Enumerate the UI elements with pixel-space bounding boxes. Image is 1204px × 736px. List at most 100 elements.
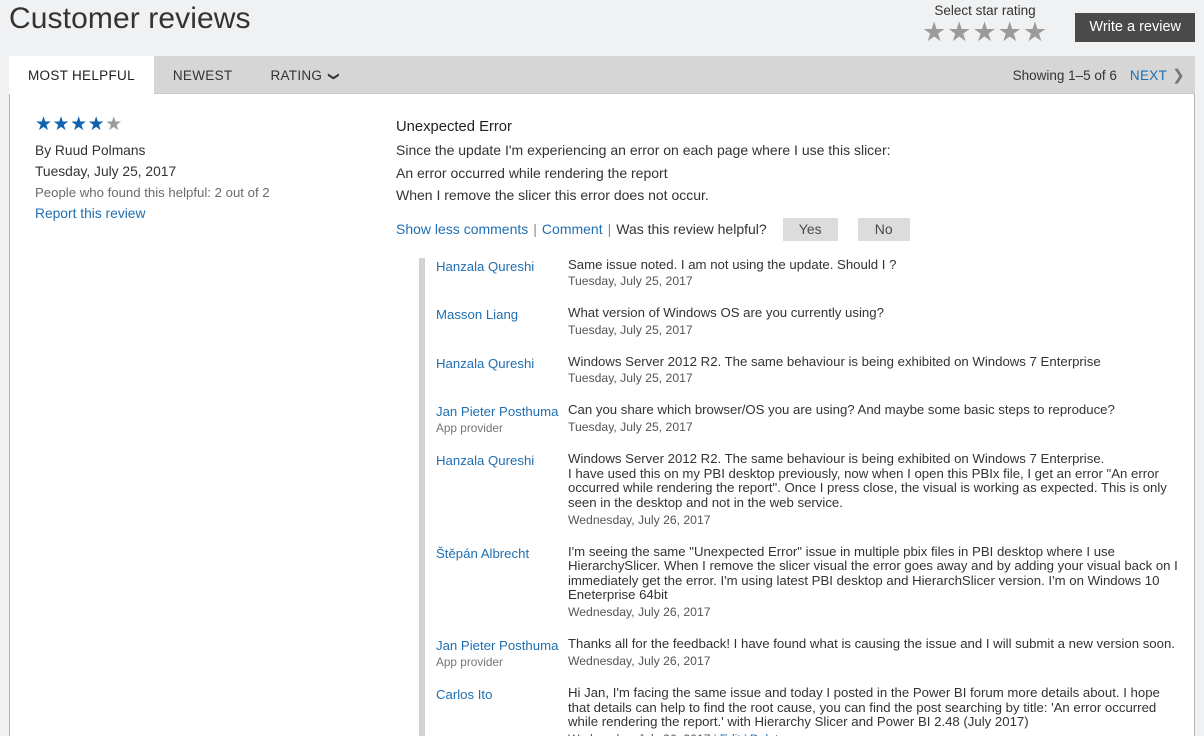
comment-author-link[interactable]: Hanzala Qureshi — [436, 258, 534, 275]
comment-date-row: Wednesday, July 26, 2017|Edit|Delete — [568, 731, 1178, 736]
tab-rating[interactable]: RATING ❯ — [251, 56, 356, 94]
write-a-review-button[interactable]: Write a review — [1075, 13, 1195, 42]
customer-reviews-page: Customer reviews Select star rating ★★★★… — [0, 0, 1204, 736]
comment-separator: | — [744, 732, 747, 736]
comment-author: Štěpán Albrecht — [436, 545, 568, 621]
comment-text: Same issue noted. I am not using the upd… — [568, 256, 897, 272]
comment-thread: Hanzala Qureshi Same issue noted. I am no… — [419, 256, 1194, 736]
comment-date: Tuesday, July 25, 2017 — [568, 322, 693, 337]
comment-text: Hi Jan, I'm facing the same issue and to… — [568, 685, 1160, 730]
comment-date-row: Tuesday, July 25, 2017 — [568, 370, 1178, 387]
comment-author-link[interactable]: Masson Liang — [436, 306, 518, 323]
comment-author-role: App provider — [436, 421, 503, 436]
reviews-tabbar: MOST HELPFUL NEWEST RATING ❯ Showing 1–5 of… — [9, 56, 1195, 94]
comment-item: Carlos Ito Hi Jan, I'm facing the same is… — [436, 685, 1178, 736]
comment-edit-link[interactable]: Edit — [720, 732, 741, 736]
comment-date-row: Wednesday, July 26, 2017 — [568, 604, 1178, 621]
comment-date-row: Tuesday, July 25, 2017 — [568, 273, 1178, 290]
reviews-tablist: MOST HELPFUL NEWEST RATING ❯ — [9, 56, 357, 94]
comment-link[interactable]: Comment — [542, 221, 603, 237]
review-title: Unexpected Error — [396, 119, 512, 135]
review-date: Tuesday, July 25, 2017 — [35, 164, 177, 179]
show-less-comments-link[interactable]: Show less comments — [396, 221, 528, 237]
comment-item: Hanzala Qureshi Windows Server 2012 R2. T… — [436, 353, 1178, 388]
tab-most-helpful[interactable]: MOST HELPFUL — [9, 56, 154, 94]
review-text: Since the update I'm experiencing an err… — [396, 139, 1174, 207]
star-icon-5[interactable]: ★ — [1023, 17, 1048, 47]
star-rating-picker[interactable]: Select star rating ★★★★★ — [915, 2, 1055, 50]
comment-date: Wednesday, July 26, 2017 — [568, 653, 711, 668]
comment-text: I have used this on my PBI desktop previ… — [568, 465, 1167, 511]
comment-date: Tuesday, July 25, 2017 — [568, 274, 693, 289]
review-metadata: ★★★★★ By Ruud Polmans Tuesday, July 25, … — [10, 114, 396, 241]
comment-text: Windows Server 2012 R2. The same behavio… — [568, 451, 1105, 467]
comment-author-link[interactable]: Štěpán Albrecht — [436, 545, 529, 562]
comment-text: Thanks all for the feedback! I have foun… — [568, 636, 1175, 652]
chevron-right-icon: ❯ — [1172, 67, 1185, 84]
helpful-no-button[interactable]: No — [857, 217, 910, 241]
comment-date-row: Tuesday, July 25, 2017 — [568, 322, 1178, 339]
comment-date: Wednesday, July 26, 2017 — [568, 732, 711, 736]
comment-author: Hanzala Qureshi — [436, 258, 568, 291]
helpful-yes-button[interactable]: Yes — [782, 217, 838, 241]
tab-label: NEWEST — [172, 67, 233, 83]
comment-date: Tuesday, July 25, 2017 — [568, 371, 693, 386]
star-icon-3[interactable]: ★ — [972, 17, 997, 47]
action-separator-2: | — [607, 221, 612, 237]
star-icon-2[interactable]: ★ — [947, 17, 972, 47]
comment-author: Jan Pieter Posthuma App provider — [436, 637, 568, 670]
comment-separator: | — [714, 732, 717, 736]
comment-text: What version of Windows OS are you curre… — [568, 305, 884, 321]
comment-body: I'm seeing the same "Unexpected Error" i… — [568, 544, 1178, 621]
comment-item: Jan Pieter Posthuma App provider Can you s… — [436, 403, 1178, 436]
comment-item: Jan Pieter Posthuma App provider Thanks al… — [436, 636, 1178, 670]
review-star-icon-2: ★ — [52, 114, 71, 135]
star-icon-4[interactable]: ★ — [998, 17, 1023, 47]
star-icon-1[interactable]: ★ — [922, 17, 947, 47]
comment-item: Hanzala Qureshi Same issue noted. I am no… — [436, 256, 1178, 291]
comment-date: Wednesday, July 26, 2017 — [568, 605, 711, 620]
comment-author-role: App provider — [436, 655, 503, 670]
tab-label: MOST HELPFUL — [28, 67, 135, 83]
comment-author-link[interactable]: Jan Pieter Posthuma — [436, 403, 558, 420]
next-page-link[interactable]: NEXT ❯ — [1130, 66, 1185, 84]
comment-body: Windows Server 2012 R2. The same behavio… — [568, 452, 1178, 528]
review-body: Unexpected Error Since the update I'm ex… — [396, 116, 1194, 241]
comment-date-row: Tuesday, July 25, 2017 — [568, 419, 1178, 436]
comment-text: Can you share which browser/OS you are u… — [568, 402, 1115, 418]
next-page-label: NEXT — [1129, 67, 1168, 83]
review-author: By Ruud Polmans — [35, 143, 146, 158]
review-helpful-count: People who found this helpful: 2 out of … — [35, 185, 270, 200]
was-this-helpful-label: Was this review helpful? — [616, 221, 767, 237]
review-star-icon-5: ★ — [105, 114, 123, 135]
comment-author-link[interactable]: Hanzala Qureshi — [436, 452, 534, 469]
review-paragraph: Since the update I'm experiencing an err… — [396, 142, 891, 158]
comment-item: Hanzala Qureshi Windows Server 2012 R2. T… — [436, 452, 1178, 528]
comment-text: Windows Server 2012 R2. The same behavio… — [568, 353, 1101, 369]
comment-author-link[interactable]: Hanzala Qureshi — [436, 355, 534, 372]
comment-author: Jan Pieter Posthuma App provider — [436, 403, 568, 436]
comment-date: Wednesday, July 26, 2017 — [568, 512, 711, 527]
comment-body: Windows Server 2012 R2. The same behavio… — [568, 353, 1178, 388]
review-star-icon-4: ★ — [87, 114, 106, 135]
page-title: Customer reviews — [9, 2, 251, 35]
showing-count-label: Showing 1–5 of 6 — [1012, 67, 1117, 83]
comment-delete-link[interactable]: Delete — [750, 732, 785, 736]
comment-body: Thanks all for the feedback! I have foun… — [568, 636, 1178, 670]
comment-author-link[interactable]: Jan Pieter Posthuma — [436, 637, 558, 654]
comment-author: Hanzala Qureshi — [436, 355, 568, 388]
reviews-content-panel: ★★★★★ By Ruud Polmans Tuesday, July 25, … — [9, 94, 1195, 736]
comment-body: Same issue noted. I am not using the upd… — [568, 256, 1178, 291]
review-paragraph: An error occurred while rendering the re… — [396, 164, 668, 181]
comment-body: Hi Jan, I'm facing the same issue and to… — [568, 685, 1178, 736]
page-header: Customer reviews Select star rating ★★★★… — [0, 0, 1204, 56]
tab-newest[interactable]: NEWEST — [154, 56, 252, 94]
action-separator-1: | — [533, 221, 537, 237]
tab-label: RATING — [270, 67, 323, 83]
star-rating-input[interactable]: ★★★★★ — [922, 19, 1048, 46]
comment-author-link[interactable]: Carlos Ito — [436, 686, 492, 703]
comment-body: Can you share which browser/OS you are u… — [568, 403, 1178, 436]
review-star-icon-3: ★ — [70, 114, 88, 135]
report-this-review-link[interactable]: Report this review — [35, 203, 145, 224]
review-action-row: Show less comments | Comment | Was this … — [396, 217, 1174, 241]
